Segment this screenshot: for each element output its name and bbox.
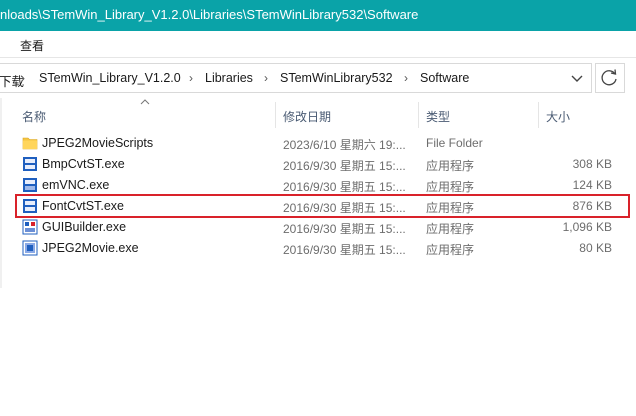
view-menu[interactable]: 查看 <box>20 37 44 54</box>
folder-icon <box>22 137 38 150</box>
refresh-button[interactable] <box>595 63 625 93</box>
file-row-emvnc[interactable]: emVNC.exe 2016/9/30 星期五 15:... 应用程序 124 … <box>16 175 616 196</box>
file-date: 2016/9/30 星期五 15:... <box>283 180 406 194</box>
address-row: 下载 › STemWin_Library_V1.2.0 › Libraries … <box>0 58 636 98</box>
file-size: 1,096 KB <box>562 220 612 234</box>
file-date: 2023/6/10 星期六 19:... <box>283 138 406 152</box>
file-row-guibuilder[interactable]: GUIBuilder.exe 2016/9/30 星期五 15:... 应用程序… <box>16 217 616 238</box>
breadcrumb-software[interactable]: Software <box>420 71 469 85</box>
file-type: File Folder <box>426 136 483 150</box>
address-bar[interactable]: 下载 › STemWin_Library_V1.2.0 › Libraries … <box>0 63 592 93</box>
file-type: 应用程序 <box>426 222 475 236</box>
breadcrumb-separator: › <box>21 71 25 85</box>
breadcrumb-stemwin-library[interactable]: STemWin_Library_V1.2.0 <box>39 71 181 85</box>
file-name: GUIBuilder.exe <box>42 220 127 234</box>
file-name: JPEG2MovieScripts <box>42 136 154 150</box>
column-name-header[interactable]: 名称 <box>22 108 46 125</box>
ribbon: 查看 <box>0 31 636 58</box>
file-row-jpeg2movie[interactable]: JPEG2Movie.exe 2016/9/30 星期五 15:... 应用程序… <box>16 238 616 259</box>
refresh-icon <box>601 69 617 86</box>
column-divider[interactable] <box>275 102 276 128</box>
breadcrumb-separator: › <box>264 71 268 85</box>
chevron-down-icon[interactable] <box>569 70 585 86</box>
file-date: 2016/9/30 星期五 15:... <box>283 159 406 173</box>
breadcrumb-libraries[interactable]: Libraries <box>205 71 253 85</box>
file-type: 应用程序 <box>426 159 475 173</box>
window-title: nloads\STemWin_Library_V1.2.0\Libraries\… <box>0 7 419 22</box>
column-divider[interactable] <box>418 102 419 128</box>
file-name: JPEG2Movie.exe <box>42 241 139 255</box>
file-size: 80 KB <box>579 241 612 255</box>
guibuilder-app-icon <box>22 219 38 235</box>
jpeg2movie-app-icon <box>22 240 38 256</box>
file-size: 124 KB <box>572 178 612 192</box>
file-date: 2016/9/30 星期五 15:... <box>283 222 406 236</box>
column-divider[interactable] <box>538 102 539 128</box>
highlight-box <box>15 194 630 218</box>
breadcrumb-separator: › <box>404 71 408 85</box>
column-date-header[interactable]: 修改日期 <box>283 108 331 125</box>
column-type-header[interactable]: 类型 <box>426 108 450 125</box>
file-type: 应用程序 <box>426 180 475 194</box>
file-type: 应用程序 <box>426 243 475 257</box>
file-name: emVNC.exe <box>42 178 110 192</box>
file-row-jpeg2moviescripts[interactable]: JPEG2MovieScripts 2023/6/10 星期六 19:... F… <box>16 133 616 154</box>
breadcrumb-separator: › <box>189 71 193 85</box>
file-size: 308 KB <box>572 157 612 171</box>
sort-ascending-icon <box>140 99 150 105</box>
column-size-header[interactable]: 大小 <box>546 108 570 125</box>
file-date: 2016/9/30 星期五 15:... <box>283 243 406 257</box>
title-bar: nloads\STemWin_Library_V1.2.0\Libraries\… <box>0 0 636 31</box>
emvnc-app-icon <box>23 178 37 192</box>
column-header-row: 名称 修改日期 类型 大小 <box>0 98 636 132</box>
bmpcvt-app-icon <box>23 157 37 171</box>
breadcrumb-stemwinlibrary532[interactable]: STemWinLibrary532 <box>280 71 393 85</box>
file-name: BmpCvtST.exe <box>42 157 125 171</box>
file-row-bmpcvtst[interactable]: BmpCvtST.exe 2016/9/30 星期五 15:... 应用程序 3… <box>16 154 616 175</box>
